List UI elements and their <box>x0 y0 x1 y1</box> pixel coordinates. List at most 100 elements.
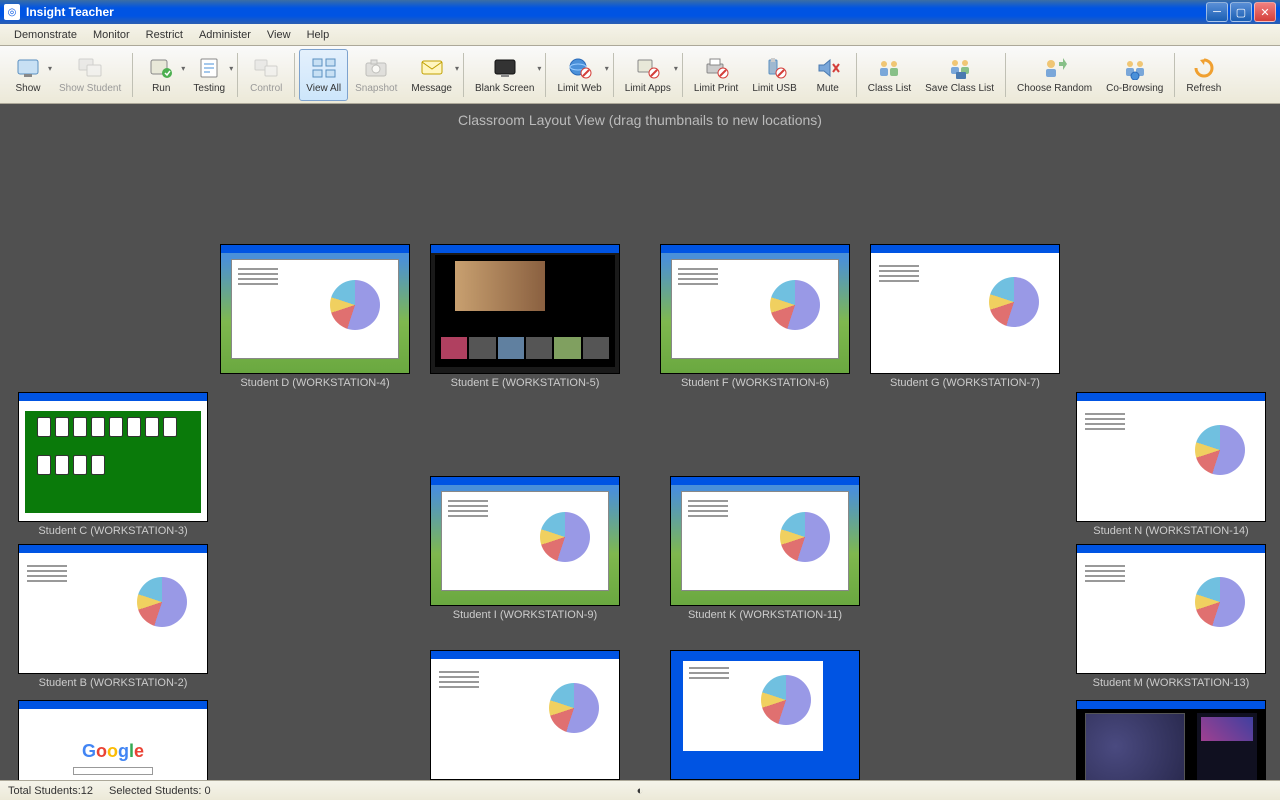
control-icon <box>252 55 280 81</box>
toolbar-separator <box>294 53 295 97</box>
mute-icon <box>814 55 842 81</box>
station-thumbnail-j[interactable]: Student J (WORKSTATION-10) <box>670 650 860 780</box>
dropdown-arrow-icon[interactable]: ▾ <box>605 64 609 73</box>
station-thumbnail-l[interactable]: Student L (WORKSTATION-12) <box>1076 700 1266 780</box>
station-screen[interactable]: Google <box>18 700 208 780</box>
toolbar-refresh[interactable]: Refresh <box>1179 49 1228 101</box>
station-screen[interactable] <box>430 476 620 606</box>
station-thumbnail-h[interactable]: Student H (WORKSTATION-8) <box>430 650 620 780</box>
station-label: Student N (WORKSTATION-14) <box>1076 525 1266 537</box>
station-thumbnail-b[interactable]: Student B (WORKSTATION-2) <box>18 544 208 689</box>
toolbar-label: Run <box>152 83 170 94</box>
close-button[interactable]: ✕ <box>1254 2 1276 22</box>
station-label: Student E (WORKSTATION-5) <box>430 377 620 389</box>
toolbar-show[interactable]: Show▾ <box>4 49 52 101</box>
toolbar-separator <box>1005 53 1006 97</box>
toolbar-separator <box>682 53 683 97</box>
save-class-list-icon <box>946 55 974 81</box>
limit-usb-icon <box>761 55 789 81</box>
station-screen[interactable] <box>670 650 860 780</box>
toolbar-mute[interactable]: Mute <box>804 49 852 101</box>
toolbar-limit-print[interactable]: Limit Print <box>687 49 745 101</box>
toolbar-label: Control <box>250 83 282 94</box>
station-thumbnail-n[interactable]: Student N (WORKSTATION-14) <box>1076 392 1266 537</box>
menu-help[interactable]: Help <box>299 27 338 43</box>
show-student-icon <box>76 55 104 81</box>
station-thumbnail-k[interactable]: Student K (WORKSTATION-11) <box>670 476 860 621</box>
toolbar-label: Limit Web <box>557 83 601 94</box>
maximize-button[interactable]: ▢ <box>1230 2 1252 22</box>
statusbar: Total Students:12 Selected Students: 0 ◐ <box>0 780 1280 800</box>
dropdown-arrow-icon[interactable]: ▾ <box>229 64 233 73</box>
toolbar-separator <box>545 53 546 97</box>
station-thumbnail-d[interactable]: Student D (WORKSTATION-4) <box>220 244 410 389</box>
toolbar-label: Limit USB <box>752 83 796 94</box>
dropdown-arrow-icon[interactable]: ▾ <box>674 64 678 73</box>
station-screen[interactable] <box>430 244 620 374</box>
toolbar-message[interactable]: Message▾ <box>404 49 459 101</box>
refresh-icon <box>1190 55 1218 81</box>
toolbar-co-browsing[interactable]: Co-Browsing <box>1099 49 1170 101</box>
toolbar-save-class-list[interactable]: Save Class List <box>918 49 1001 101</box>
dropdown-arrow-icon[interactable]: ▾ <box>537 64 541 73</box>
toolbar-show-student: Show Student <box>52 49 128 101</box>
limit-print-icon <box>702 55 730 81</box>
toolbar-label: Blank Screen <box>475 83 534 94</box>
toolbar-label: Limit Apps <box>625 83 671 94</box>
app-icon: ◎ <box>4 4 20 20</box>
toolbar-testing[interactable]: Testing▾ <box>185 49 233 101</box>
toolbar-separator <box>856 53 857 97</box>
menu-view[interactable]: View <box>259 27 299 43</box>
station-screen[interactable] <box>18 544 208 674</box>
toolbar-blank-screen[interactable]: Blank Screen ▾ <box>468 49 541 101</box>
message-icon <box>418 55 446 81</box>
snapshot-icon <box>362 55 390 81</box>
station-screen[interactable] <box>660 244 850 374</box>
minimize-button[interactable]: ─ <box>1206 2 1228 22</box>
toolbar-label: Show Student <box>59 83 121 94</box>
titlebar: ◎ Insight Teacher ─ ▢ ✕ <box>0 0 1280 24</box>
toolbar-limit-usb[interactable]: Limit USB <box>745 49 803 101</box>
toolbar-view-all[interactable]: View All <box>299 49 348 101</box>
toolbar-limit-apps[interactable]: Limit Apps ▾ <box>618 49 678 101</box>
menu-administer[interactable]: Administer <box>191 27 259 43</box>
class-list-icon <box>875 55 903 81</box>
menu-demonstrate[interactable]: Demonstrate <box>6 27 85 43</box>
station-thumbnail-c[interactable]: Student C (WORKSTATION-3) <box>18 392 208 537</box>
station-screen[interactable] <box>18 392 208 522</box>
toolbar-run[interactable]: Run▾ <box>137 49 185 101</box>
station-screen[interactable] <box>1076 700 1266 780</box>
toolbar-choose-random[interactable]: Choose Random <box>1010 49 1099 101</box>
station-label: Student D (WORKSTATION-4) <box>220 377 410 389</box>
toolbar-class-list[interactable]: Class List <box>861 49 918 101</box>
station-screen[interactable] <box>430 650 620 780</box>
station-label: Student I (WORKSTATION-9) <box>430 609 620 621</box>
station-screen[interactable] <box>1076 544 1266 674</box>
toolbar-separator <box>463 53 464 97</box>
menu-restrict[interactable]: Restrict <box>138 27 191 43</box>
toolbar-separator <box>1174 53 1175 97</box>
toolbar-label: Show <box>15 83 40 94</box>
dropdown-arrow-icon[interactable]: ▾ <box>455 64 459 73</box>
station-thumbnail-a[interactable]: GoogleStudent A (WORKSTATION-1) <box>18 700 208 780</box>
choose-random-icon <box>1041 55 1069 81</box>
station-thumbnail-m[interactable]: Student M (WORKSTATION-13) <box>1076 544 1266 689</box>
blank-screen-icon <box>491 55 519 81</box>
limit-web-icon <box>566 55 594 81</box>
station-screen[interactable] <box>1076 392 1266 522</box>
station-label: Student B (WORKSTATION-2) <box>18 677 208 689</box>
station-thumbnail-e[interactable]: Student E (WORKSTATION-5) <box>430 244 620 389</box>
toolbar-limit-web[interactable]: Limit Web ▾ <box>550 49 608 101</box>
station-thumbnail-i[interactable]: Student I (WORKSTATION-9) <box>430 476 620 621</box>
show-icon <box>14 55 42 81</box>
station-screen[interactable] <box>870 244 1060 374</box>
station-screen[interactable] <box>220 244 410 374</box>
menu-monitor[interactable]: Monitor <box>85 27 138 43</box>
station-thumbnail-f[interactable]: Student F (WORKSTATION-6) <box>660 244 850 389</box>
toolbar-label: Class List <box>868 83 911 94</box>
toolbar-label: Snapshot <box>355 83 397 94</box>
toolbar-label: Co-Browsing <box>1106 83 1163 94</box>
toolbar-label: View All <box>306 83 341 94</box>
station-screen[interactable] <box>670 476 860 606</box>
station-thumbnail-g[interactable]: Student G (WORKSTATION-7) <box>870 244 1060 389</box>
